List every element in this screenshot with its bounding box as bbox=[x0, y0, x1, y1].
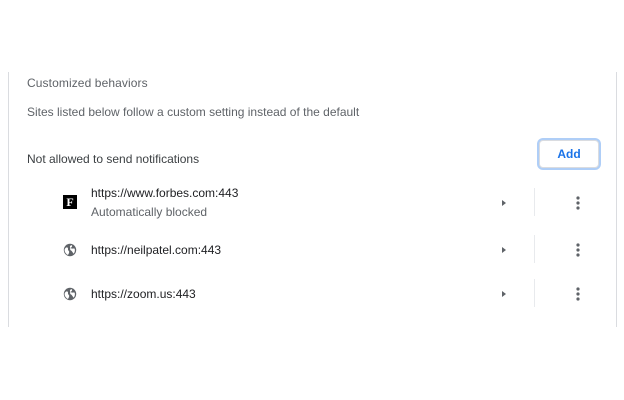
site-url: https://zoom.us:443 bbox=[91, 287, 196, 301]
forbes-favicon-icon: F bbox=[63, 195, 77, 209]
site-url: https://neilpatel.com:443 bbox=[91, 243, 222, 257]
add-button[interactable]: Add bbox=[539, 140, 599, 168]
site-row-zoom[interactable]: https://zoom.us:443 bbox=[9, 276, 616, 312]
arrow-right-icon[interactable] bbox=[499, 289, 509, 299]
globe-icon bbox=[63, 243, 77, 257]
globe-icon bbox=[63, 287, 77, 301]
not-allowed-header: Not allowed to send notifications bbox=[27, 152, 200, 166]
section-description: Sites listed below follow a custom setti… bbox=[27, 105, 360, 119]
page-canvas: Customized behaviors Sites listed below … bbox=[0, 0, 624, 400]
row-divider bbox=[534, 188, 535, 216]
more-vert-icon[interactable] bbox=[571, 286, 585, 302]
more-vert-icon[interactable] bbox=[571, 195, 585, 211]
site-status: Automatically blocked bbox=[91, 205, 208, 219]
section-title: Customized behaviors bbox=[27, 76, 148, 90]
row-divider bbox=[534, 279, 535, 307]
site-row-forbes[interactable]: F https://www.forbes.com:443 Automatical… bbox=[9, 182, 616, 222]
site-row-neilpatel[interactable]: https://neilpatel.com:443 bbox=[9, 232, 616, 268]
arrow-right-icon[interactable] bbox=[499, 198, 509, 208]
settings-card: Customized behaviors Sites listed below … bbox=[8, 72, 617, 327]
row-divider bbox=[534, 235, 535, 263]
more-vert-icon[interactable] bbox=[571, 242, 585, 258]
site-url: https://www.forbes.com:443 bbox=[91, 186, 239, 200]
arrow-right-icon[interactable] bbox=[499, 245, 509, 255]
